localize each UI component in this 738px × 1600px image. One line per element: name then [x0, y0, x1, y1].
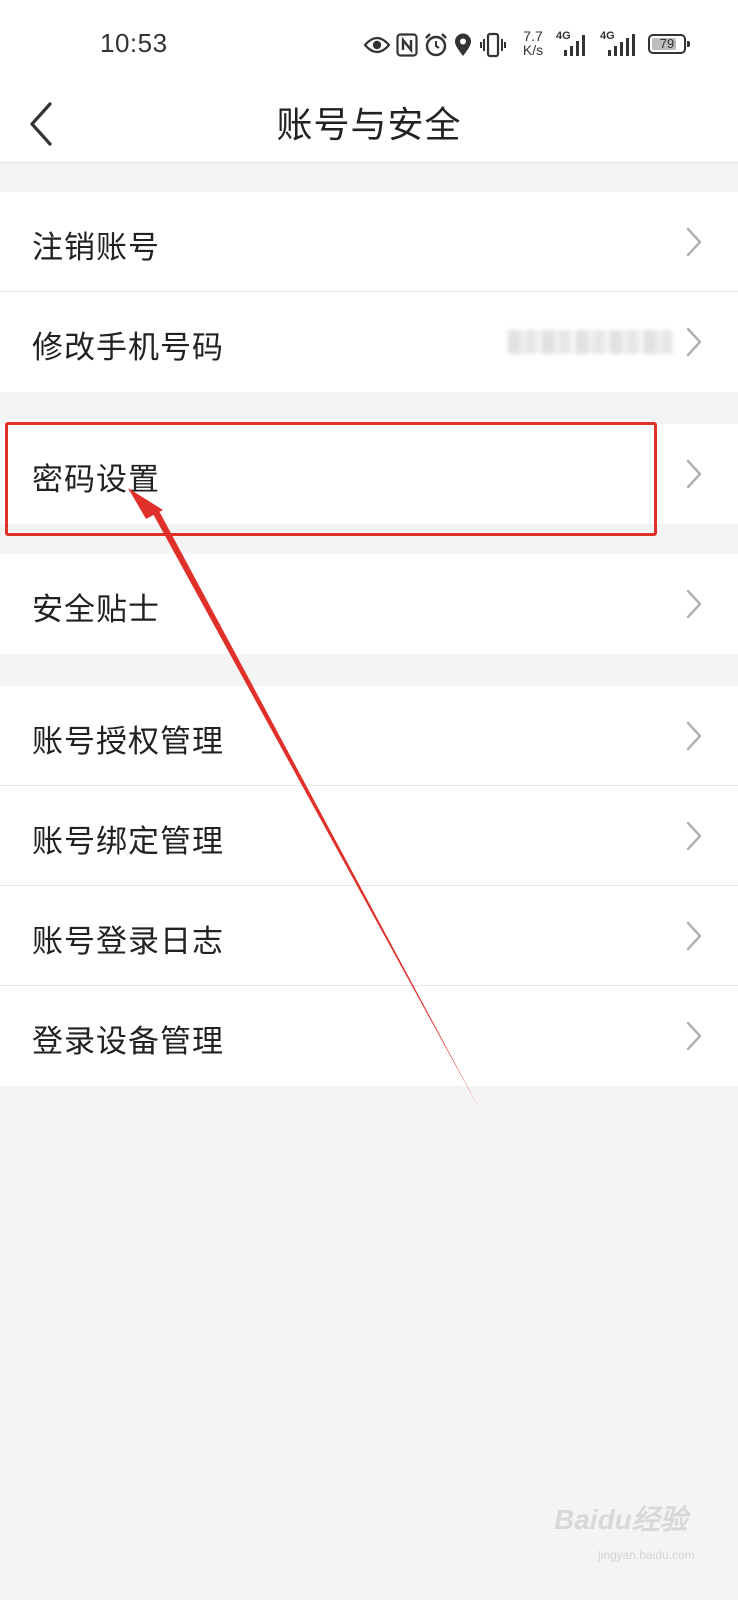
chevron-right-icon	[686, 459, 702, 489]
alarm-icon	[425, 33, 447, 57]
phone-number-blurred	[508, 330, 673, 354]
item-label: 账号登录日志	[32, 924, 224, 960]
list-item-device-management[interactable]: 登录设备管理	[0, 986, 738, 1086]
page-title: 账号与安全	[276, 105, 462, 146]
status-bar: 10:53 7.7 K/s 4G 4G 79	[0, 0, 738, 90]
list-item-change-phone[interactable]: 修改手机号码	[0, 292, 738, 392]
item-label: 注销账号	[32, 230, 160, 266]
net-speed-unit: K/s	[522, 42, 544, 58]
list-item-authorization[interactable]: 账号授权管理	[0, 686, 738, 786]
list-item-binding[interactable]: 账号绑定管理	[0, 786, 738, 886]
battery-nub	[687, 41, 690, 47]
signal-icon	[564, 35, 585, 56]
settings-group-account: 注销账号 修改手机号码	[0, 192, 738, 392]
list-item-login-log[interactable]: 账号登录日志	[0, 886, 738, 986]
watermark: Baidu经验	[554, 1504, 688, 1535]
chevron-right-icon	[686, 227, 702, 257]
battery-icon: 79	[648, 34, 690, 54]
list-item-cancel-account[interactable]: 注销账号	[0, 192, 738, 292]
chevron-right-icon	[686, 327, 702, 357]
location-icon	[455, 33, 471, 56]
net-speed-value: 7.7	[523, 28, 543, 44]
battery-level: 79	[659, 36, 675, 51]
chevron-right-icon	[686, 721, 702, 751]
nfc-icon	[396, 33, 418, 57]
watermark-url: jingyan.baidu.com	[598, 1548, 695, 1562]
chevron-right-icon	[686, 589, 702, 619]
item-label: 账号授权管理	[32, 724, 224, 760]
signal-icon	[608, 34, 635, 56]
eye-icon	[364, 36, 390, 54]
vibrate-icon	[480, 32, 506, 58]
list-item-security-tips[interactable]: 安全贴士	[0, 554, 738, 654]
chevron-right-icon	[686, 1021, 702, 1051]
chevron-right-icon	[686, 921, 702, 951]
item-label: 修改手机号码	[32, 330, 224, 366]
item-label: 安全贴士	[32, 592, 160, 628]
nav-bar: 账号与安全	[0, 90, 738, 163]
item-label: 登录设备管理	[32, 1024, 224, 1060]
net-speed: 7.7 K/s	[518, 29, 548, 57]
annotation-highlight-box	[5, 422, 657, 536]
settings-group-tips: 安全贴士	[0, 554, 738, 654]
status-time: 10:53	[100, 28, 168, 58]
chevron-right-icon	[686, 821, 702, 851]
settings-group-management: 账号授权管理 账号绑定管理 账号登录日志 登录设备管理	[0, 686, 738, 1086]
item-label: 账号绑定管理	[32, 824, 224, 860]
